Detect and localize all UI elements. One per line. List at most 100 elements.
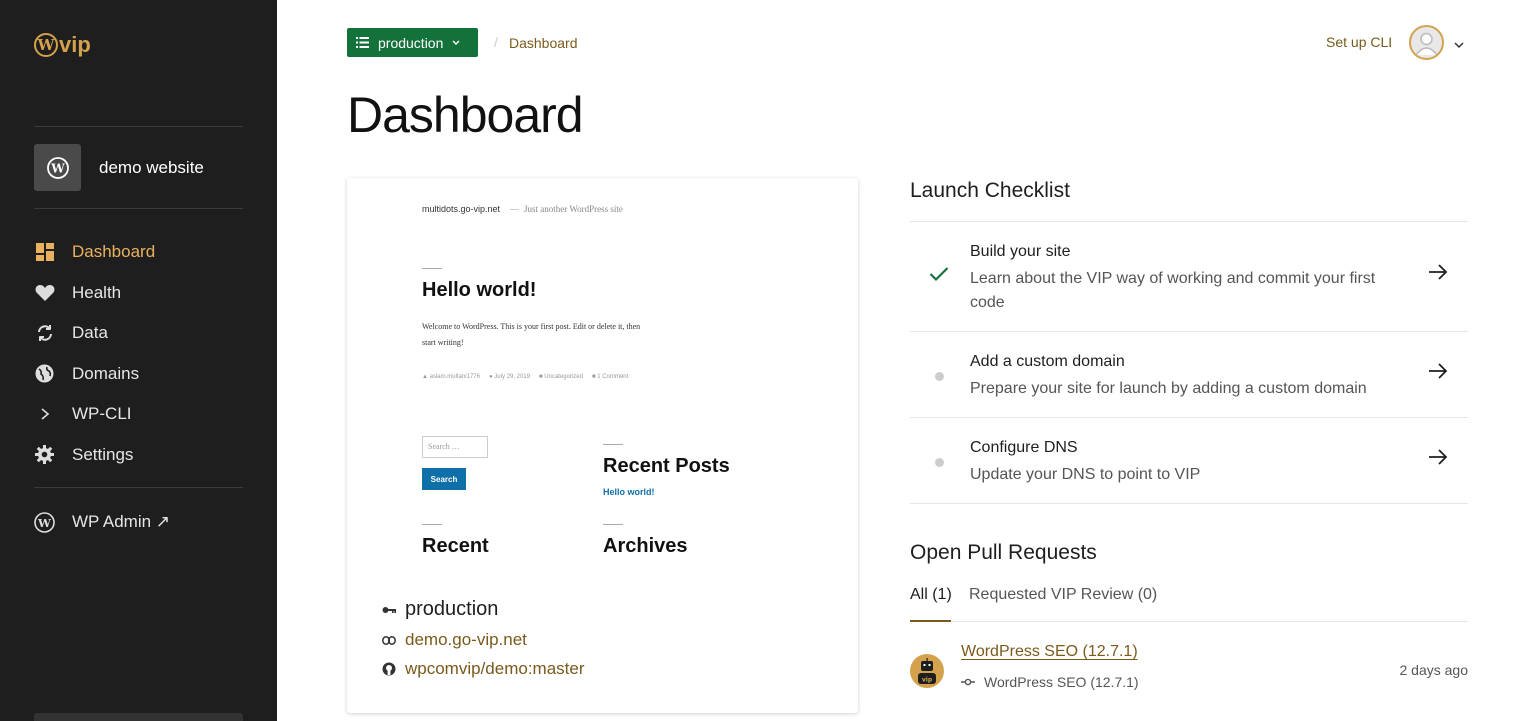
checkmark-icon [929,266,949,287]
divider [603,444,623,445]
environment-url-link[interactable]: demo.go-vip.net [405,630,527,650]
svg-text:vip: vip [922,677,933,684]
pr-title-link[interactable]: WordPress SEO (12.7.1) [961,643,1138,661]
link-icon [381,635,397,645]
logo-text: vip [59,32,91,57]
sidebar-footer [34,713,243,721]
pr-author-avatar: vip [910,654,944,688]
setup-cli-link[interactable]: Set up CLI [1326,34,1392,50]
status-dot-icon [935,372,944,381]
divider [422,268,442,269]
chevron-down-icon[interactable] [1454,36,1464,54]
site-preview-card: multidots.go-vip.net — Just another Word… [347,178,858,713]
environment-repo-link[interactable]: wpcomvip/demo:master [405,659,585,679]
preview-search-input[interactable]: Search … [422,436,488,458]
divider [422,524,442,525]
sidebar-item-label: Settings [72,444,134,464]
globe-icon [34,363,55,384]
github-icon [381,662,397,676]
sidebar-item-label: WP-CLI [72,404,132,424]
breadcrumb-separator: / [494,34,498,50]
checklist-item-desc: Prepare your site for launch by adding a… [970,380,1367,397]
preview-post-body: start writing! [422,338,464,347]
arrow-right-icon [1428,263,1448,286]
launch-checklist-title: Launch Checklist [910,179,1070,202]
preview-meta-comments: ■ 1 Comment [591,374,629,380]
dashboard-icon [34,242,55,263]
preview-meta-author: ▲ aslam.multani1776 [422,374,480,380]
pr-branch-label: WordPress SEO (12.7.1) [984,674,1139,690]
list-icon [356,35,369,51]
svg-text:W: W [37,516,52,530]
sync-icon [34,323,55,344]
sidebar-item-label: Domains [72,363,140,383]
preview-post-meta: ▲ aslam.multani1776 ● July 29, 2019 ■ Un… [422,374,628,380]
tab-requested-vip-review[interactable]: Requested VIP Review (0) [969,586,1157,604]
tab-all[interactable]: All (1) [910,586,952,604]
breadcrumb[interactable]: Dashboard [509,35,578,51]
divider [910,503,1468,504]
divider [910,621,1468,622]
checklist-item-configure-dns[interactable]: Configure DNS Update your DNS to point t… [910,418,1468,503]
checklist-item-title: Configure DNS [970,439,1078,456]
checklist-item-custom-domain[interactable]: Add a custom domain Prepare your site fo… [910,332,1468,417]
preview-site-domain[interactable]: multidots.go-vip.net [422,204,500,214]
divider [34,126,243,127]
gear-icon [34,444,55,465]
page-title: Dashboard [347,87,584,143]
site-selector[interactable]: W demo website [34,144,204,191]
arrow-right-icon [1428,448,1448,471]
sidebar-nav: Dashboard Health Data Domains WP-CLI Set… [34,232,243,475]
environment-name-row: production [381,598,821,621]
sidebar-item-label: Dashboard [72,242,156,262]
wordpress-icon: W [34,144,81,191]
preview-meta-date: ● July 29, 2019 [488,374,530,380]
wordpress-logo-icon: W [34,33,58,57]
divider [34,208,243,209]
preview-recent-posts-title: Recent Posts [603,455,730,477]
environment-repo-row: wpcomvip/demo:master [381,659,821,679]
sidebar-item-domains[interactable]: Domains [34,354,243,395]
sidebar-item-wp-admin[interactable]: W WP Admin ↗ [34,502,243,543]
preview-archives-title: Archives [603,535,688,557]
divider [34,487,243,488]
sidebar-item-wp-cli[interactable]: WP-CLI [34,394,243,435]
chevron-down-icon [452,38,460,48]
preview-tagline: Just another WordPress site [524,204,623,214]
sidebar-item-dashboard[interactable]: Dashboard [34,232,243,273]
checklist-item-build-site[interactable]: Build your site Learn about the VIP way … [910,222,1468,331]
wordpress-icon: W [34,511,55,533]
status-dot-icon [935,458,944,467]
preview-post-title[interactable]: Hello world! [422,279,536,302]
sidebar: W vip W demo website Dashboard Health Da… [0,0,277,721]
key-icon [381,606,397,614]
preview-meta-category: ■ Uncategorized [538,374,583,380]
environment-url-row: demo.go-vip.net [381,630,821,650]
divider [603,524,623,525]
heart-icon [34,282,55,303]
checklist-item-desc: Learn about the VIP way of working and c… [970,270,1376,311]
sidebar-item-label: Health [72,282,122,302]
chevron-right-icon [34,404,55,425]
checklist-item-desc: Update your DNS to point to VIP [970,466,1201,483]
active-tab-indicator [910,620,951,622]
site-name: demo website [99,157,204,177]
preview-recent-post-link[interactable]: Hello world! [603,487,655,497]
avatar[interactable] [1409,25,1444,60]
sidebar-item-health[interactable]: Health [34,273,243,314]
commit-icon [961,678,975,686]
arrow-right-icon [1428,362,1448,385]
preview-search-button[interactable]: Search [422,468,466,490]
sidebar-item-label: WP Admin ↗ [72,512,171,532]
preview-post-body: Welcome to WordPress. This is your first… [422,322,641,331]
environment-label: production [378,34,444,51]
pr-timestamp: 2 days ago [1399,662,1469,678]
sidebar-item-settings[interactable]: Settings [34,435,243,476]
environment-selector[interactable]: production [347,28,478,57]
sidebar-item-data[interactable]: Data [34,313,243,354]
sidebar-item-label: Data [72,323,108,343]
pr-branch: WordPress SEO (12.7.1) [961,674,1139,690]
pull-requests-title: Open Pull Requests [910,541,1097,564]
svg-text:W: W [50,161,65,175]
wpvip-logo[interactable]: W vip [34,32,91,58]
